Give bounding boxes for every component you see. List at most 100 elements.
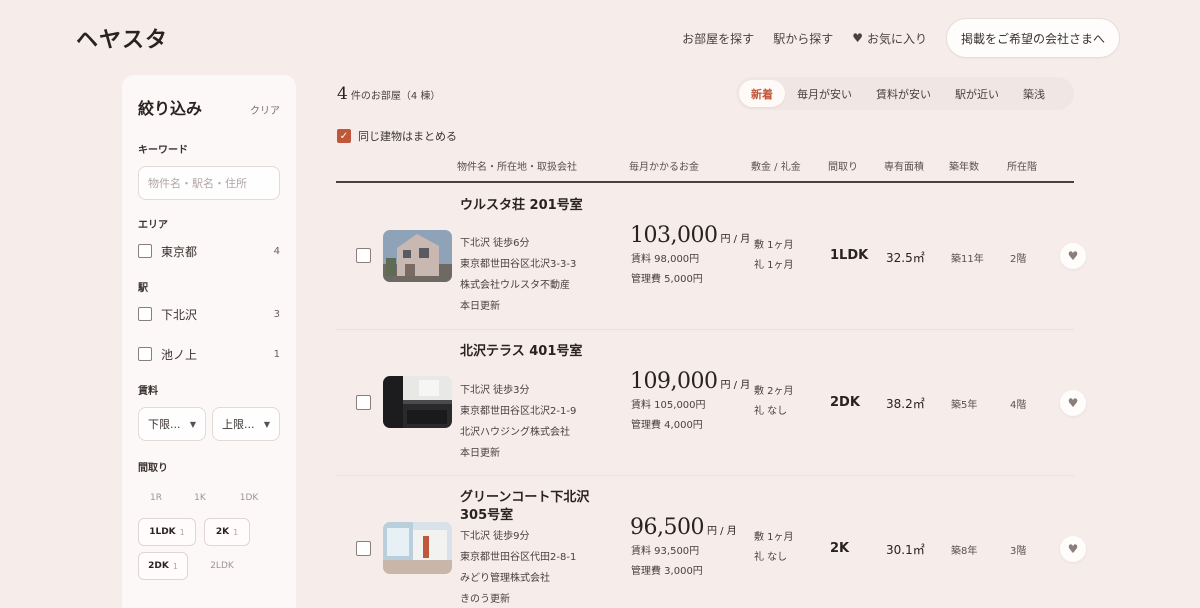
property-station: 下北沢 徒歩9分 <box>460 531 530 542</box>
checkbox[interactable] <box>138 347 152 361</box>
property-company: みどり管理株式会社 <box>460 573 550 584</box>
header-nav: お部屋を探す 駅から探す ♥ お気に入り 掲載をご希望の会社さまへ <box>682 18 1120 58</box>
deposit: 敷 2ヶ月 <box>754 386 794 397</box>
property-updated: 本日更新 <box>460 448 500 459</box>
property-thumbnail[interactable] <box>383 522 452 574</box>
checkmark-icon[interactable]: ✓ <box>337 129 351 143</box>
for-companies-button[interactable]: 掲載をご希望の会社さまへ <box>945 18 1120 58</box>
property-address: 東京都世田谷区北沢2-1-9 <box>460 406 577 417</box>
favorite-heart-icon[interactable]: ♥ <box>1060 390 1086 416</box>
column-header-monthly: 毎月かかるお金 <box>629 162 699 173</box>
station-filter: 駅 下北沢 3 池ノ上 1 <box>138 279 280 364</box>
property-updated: 本日更新 <box>460 301 500 312</box>
chevron-down-icon: ▼ <box>263 419 270 429</box>
monthly-cost: 109,000 円 / 月 <box>630 369 750 394</box>
property-details: 下北沢 徒歩3分 東京都世田谷区北沢2-1-9 北沢ハウジング株式会社 本日更新 <box>460 380 576 464</box>
key-money: 礼 なし <box>754 406 788 417</box>
property-thumbnail[interactable] <box>383 376 452 428</box>
sort-tab-near-station[interactable]: 駅が近い <box>943 80 1011 107</box>
monthly-cost-value: 103,000 <box>630 223 718 248</box>
checkbox[interactable] <box>138 244 152 258</box>
row-checkbox[interactable] <box>356 248 371 263</box>
area-option-count: 4 <box>273 245 280 257</box>
station-option-shimokitazawa[interactable]: 下北沢 3 <box>138 304 280 324</box>
monthly-cost-value: 96,500 <box>630 515 704 540</box>
favorite-heart-icon[interactable]: ♥ <box>1060 243 1086 269</box>
favorite-heart-icon[interactable]: ♥ <box>1060 536 1086 562</box>
row-checkbox[interactable] <box>356 395 371 410</box>
sort-tab-rent-low[interactable]: 賃料が安い <box>864 80 943 107</box>
management-fee: 管理費 4,000円 <box>631 420 703 431</box>
nav-favorites[interactable]: ♥ お気に入り <box>852 30 927 47</box>
group-by-building-toggle[interactable]: ✓ 同じ建物はまとめる <box>337 128 457 144</box>
property-details: 下北沢 徒歩9分 東京都世田谷区代田2-8-1 みどり管理株式会社 きのう更新 <box>460 526 576 608</box>
row-checkbox[interactable] <box>356 541 371 556</box>
nav-find-by-station[interactable]: 駅から探す <box>773 30 833 47</box>
property-thumbnail[interactable] <box>383 230 452 282</box>
floor-area: 30.1㎡ <box>886 543 925 557</box>
monthly-cost-unit: 円 / 月 <box>720 234 751 245</box>
area-label: エリア <box>138 220 168 231</box>
monthly-cost-value: 109,000 <box>630 369 718 394</box>
area-option-tokyo[interactable]: 東京都 4 <box>138 241 280 261</box>
area-option-label: 東京都 <box>161 244 198 259</box>
clear-filters-button[interactable]: クリア <box>250 102 280 117</box>
checkbox[interactable] <box>138 307 152 321</box>
floor-number: 4階 <box>1010 400 1027 411</box>
management-fee: 管理費 5,000円 <box>631 274 703 285</box>
keyword-input[interactable] <box>138 166 280 200</box>
rent-min-select[interactable]: 下限... ▼ <box>138 407 206 441</box>
filter-sidebar: 絞り込み クリア キーワード エリア 東京都 4 駅 下北沢 3 池ノ上 1 賃… <box>122 75 296 608</box>
floor-number: 3階 <box>1010 546 1027 557</box>
deposit-key-money: 敷 1ヶ月 礼 1ヶ月 <box>754 236 794 276</box>
monthly-cost: 103,000 円 / 月 <box>630 223 750 248</box>
property-name[interactable]: グリーンコート下北沢 305号室 <box>460 489 610 525</box>
station-option-count: 1 <box>273 348 280 360</box>
group-by-building-label: 同じ建物はまとめる <box>358 130 457 143</box>
rent-max-value: 上限... <box>222 418 255 431</box>
column-header-floor: 所在階 <box>1007 162 1037 173</box>
property-name[interactable]: ウルスタ荘 201号室 <box>460 197 610 215</box>
property-company: 株式会社ウルスタ不動産 <box>460 280 570 291</box>
property-station: 下北沢 徒歩3分 <box>460 385 530 396</box>
layout-chip-1ldk[interactable]: 1LDK 1 <box>138 518 196 546</box>
building-age: 築11年 <box>951 254 984 265</box>
key-money: 礼 なし <box>754 552 788 563</box>
rent-max-select[interactable]: 上限... ▼ <box>212 407 280 441</box>
floor-area: 38.2㎡ <box>886 397 925 411</box>
station-option-label: 下北沢 <box>161 307 198 322</box>
heart-icon: ♥ <box>852 31 863 45</box>
monthly-cost-unit: 円 / 月 <box>720 380 751 391</box>
rent-label: 賃料 <box>138 386 158 397</box>
keyword-label: キーワード <box>138 145 188 156</box>
layout-type: 2DK <box>830 395 860 410</box>
sort-tab-newest[interactable]: 新着 <box>739 80 785 107</box>
site-logo[interactable]: ヘヤスタ <box>76 22 168 54</box>
sort-tab-monthly-low[interactable]: 毎月が安い <box>785 80 864 107</box>
row-divider <box>336 475 1074 476</box>
result-count: 4 件のお部屋（4 棟） <box>337 84 440 104</box>
filter-title: 絞り込み <box>138 99 203 118</box>
sort-tab-newer-building[interactable]: 築浅 <box>1011 80 1057 107</box>
cost-breakdown: 賃料 98,000円 管理費 5,000円 <box>631 250 703 290</box>
monthly-cost: 96,500 円 / 月 <box>630 515 737 540</box>
column-header-age: 築年数 <box>949 162 979 173</box>
layout-chip-1dk: 1DK <box>239 493 259 503</box>
layout-chip-2dk[interactable]: 2DK 1 <box>138 552 188 580</box>
row-divider <box>336 329 1074 330</box>
layout-chips: 1R 1K 1DK 1LDK 1 2K 1 2DK 1 2LDK <box>138 484 280 580</box>
rent-range: 下限... ▼ 上限... ▼ <box>138 407 280 441</box>
property-station: 下北沢 徒歩6分 <box>460 238 530 249</box>
nav-find-rooms[interactable]: お部屋を探す <box>682 30 754 47</box>
result-count-number: 4 <box>337 84 348 104</box>
layout-chip-2k[interactable]: 2K 1 <box>204 518 250 546</box>
column-header-property: 物件名・所在地・取扱会社 <box>457 162 577 173</box>
layout-chip-2ldk: 2LDK <box>210 561 234 571</box>
layout-chip-1k: 1K <box>194 493 206 503</box>
key-money: 礼 1ヶ月 <box>754 260 794 271</box>
station-option-ikenoue[interactable]: 池ノ上 1 <box>138 344 280 364</box>
property-name[interactable]: 北沢テラス 401号室 <box>460 343 610 361</box>
result-count-suffix: 件のお部屋（4 棟） <box>350 91 441 102</box>
column-header-deposit: 敷金 / 礼金 <box>751 162 801 173</box>
deposit-key-money: 敷 2ヶ月 礼 なし <box>754 382 794 422</box>
